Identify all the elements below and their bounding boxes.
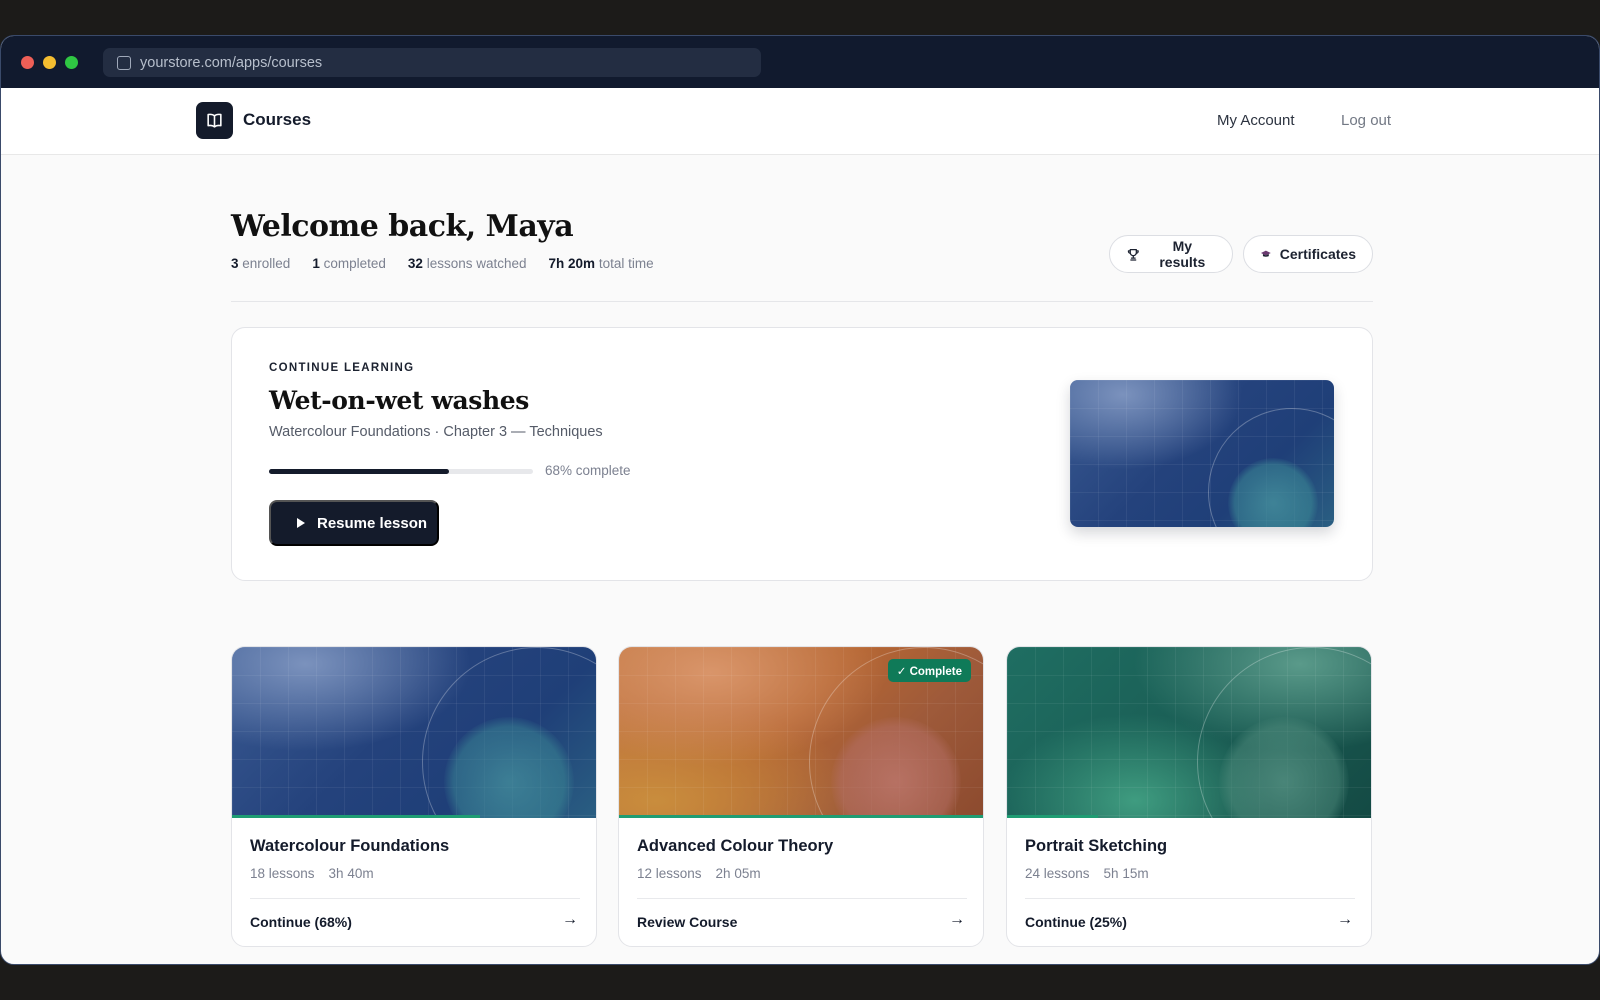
continue-learning-card: CONTINUE LEARNING Wet-on-wet washes Wate… bbox=[231, 327, 1373, 581]
lesson-progress-bar bbox=[269, 469, 533, 474]
arrow-right-icon[interactable]: → bbox=[562, 911, 578, 929]
section-divider bbox=[231, 301, 1373, 302]
trophy-icon bbox=[1127, 248, 1139, 261]
my-account-link[interactable]: My Account bbox=[1217, 112, 1295, 129]
course-title: Watercolour Foundations bbox=[250, 837, 450, 855]
course-card-watercolour-foundations[interactable]: Watercolour Foundations 18 lessons 3h 40… bbox=[231, 646, 597, 947]
logo[interactable] bbox=[196, 102, 233, 139]
app-header: Courses My Account Log out bbox=[1, 88, 1599, 155]
stat-completed: 1 completed bbox=[312, 256, 386, 271]
course-title: Advanced Colour Theory bbox=[637, 837, 834, 855]
browser-titlebar: yourstore.com/apps/courses bbox=[1, 36, 1599, 88]
course-meta: 12 lessons 2h 05m bbox=[637, 866, 775, 881]
current-lesson-subtitle: Watercolour Foundations · Chapter 3 — Te… bbox=[269, 424, 603, 440]
course-duration: 5h 15m bbox=[1103, 866, 1149, 881]
resume-lesson-button[interactable]: Resume lesson bbox=[269, 500, 439, 546]
browser-window: yourstore.com/apps/courses Courses My Ac… bbox=[0, 35, 1600, 965]
course-progress-bar bbox=[232, 815, 480, 818]
course-meta: 24 lessons 5h 15m bbox=[1025, 866, 1163, 881]
lesson-count: 18 lessons bbox=[250, 866, 315, 881]
course-title: Portrait Sketching bbox=[1025, 837, 1168, 855]
address-bar[interactable]: yourstore.com/apps/courses bbox=[103, 48, 761, 77]
arrow-right-icon[interactable]: → bbox=[949, 911, 965, 929]
graduation-cap-icon bbox=[1260, 250, 1271, 257]
page-title: Welcome back, Maya bbox=[231, 209, 574, 244]
lesson-count: 12 lessons bbox=[637, 866, 702, 881]
maximize-window-button[interactable] bbox=[65, 56, 78, 69]
url-text: yourstore.com/apps/courses bbox=[140, 54, 323, 71]
course-action-link[interactable]: Continue (68%) bbox=[250, 914, 352, 930]
course-duration: 3h 40m bbox=[328, 866, 374, 881]
brand-name: Courses bbox=[243, 110, 312, 129]
minimize-window-button[interactable] bbox=[43, 56, 56, 69]
course-duration: 2h 05m bbox=[715, 866, 761, 881]
course-thumbnail bbox=[232, 647, 596, 818]
stat-lessons-watched: 32 lessons watched bbox=[407, 256, 527, 271]
course-meta: 18 lessons 3h 40m bbox=[250, 866, 388, 881]
stats-row: 3 enrolled 1 completed 32 lessons watche… bbox=[231, 256, 676, 271]
site-info-icon bbox=[117, 55, 131, 70]
book-icon bbox=[207, 113, 222, 128]
lesson-count: 24 lessons bbox=[1025, 866, 1090, 881]
logout-link[interactable]: Log out bbox=[1341, 112, 1391, 129]
lesson-thumbnail[interactable] bbox=[1070, 380, 1334, 527]
card-divider bbox=[1025, 898, 1355, 899]
course-progress-bar bbox=[619, 815, 983, 818]
current-lesson-title: Wet-on-wet washes bbox=[269, 386, 529, 415]
close-window-button[interactable] bbox=[21, 56, 34, 69]
arrow-right-icon[interactable]: → bbox=[1337, 911, 1353, 929]
card-divider bbox=[250, 898, 580, 899]
course-action-link[interactable]: Review Course bbox=[637, 914, 737, 930]
card-divider bbox=[637, 898, 967, 899]
certificates-button[interactable]: Certificates bbox=[1243, 235, 1373, 273]
complete-badge: ✓ Complete bbox=[887, 659, 971, 682]
course-action-link[interactable]: Continue (25%) bbox=[1025, 914, 1127, 930]
stat-enrolled: 3 enrolled bbox=[231, 256, 291, 271]
course-progress-bar bbox=[1007, 815, 1098, 818]
course-thumbnail bbox=[1007, 647, 1371, 818]
stat-total-time: 7h 20m total time bbox=[548, 256, 654, 271]
lesson-progress-fill bbox=[269, 469, 449, 474]
play-icon bbox=[297, 518, 305, 528]
continue-learning-label: CONTINUE LEARNING bbox=[269, 362, 415, 374]
lesson-progress-label: 68% complete bbox=[545, 463, 631, 478]
course-card-advanced-colour-theory[interactable]: ✓ Complete Advanced Colour Theory 12 les… bbox=[618, 646, 984, 947]
course-card-portrait-sketching[interactable]: Portrait Sketching 24 lessons 5h 15m Con… bbox=[1006, 646, 1372, 947]
my-results-button[interactable]: My results bbox=[1109, 235, 1233, 273]
